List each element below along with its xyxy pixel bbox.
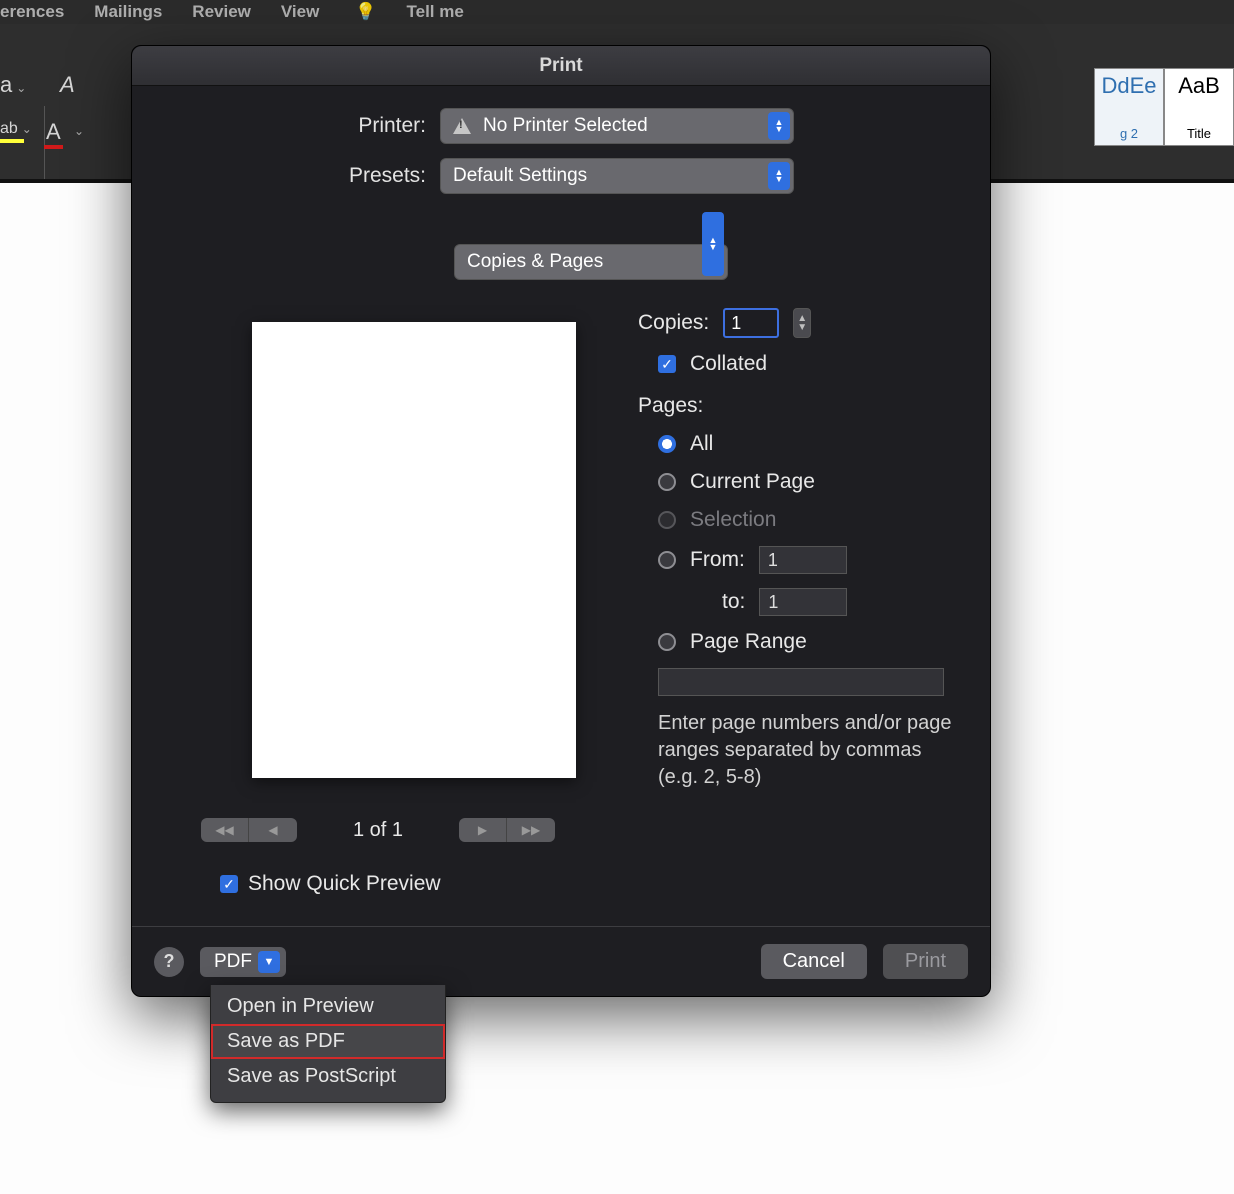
warning-icon xyxy=(453,118,471,134)
pages-to-input[interactable] xyxy=(759,588,847,616)
print-preview-page xyxy=(252,322,576,778)
chevron-down-icon: ▼ xyxy=(797,323,807,332)
pages-range-label: Page Range xyxy=(690,630,807,654)
style-label: Title xyxy=(1165,126,1233,141)
updown-icon: ▲▼ xyxy=(768,112,790,140)
pager-back-group: ◀◀ ◀ xyxy=(201,818,297,842)
last-page-button[interactable]: ▶▶ xyxy=(507,818,555,842)
print-dialog: Print Printer: No Printer Selected ▲▼ Pr… xyxy=(131,45,991,997)
style-sample: AaB xyxy=(1165,73,1233,99)
lightbulb-icon: 💡 xyxy=(355,2,376,22)
chevron-down-icon: ⌄ xyxy=(16,81,26,95)
show-quick-preview-checkbox[interactable]: ✓ xyxy=(220,875,238,893)
pages-from-input[interactable] xyxy=(759,546,847,574)
printer-value: No Printer Selected xyxy=(483,115,648,137)
font-size-button[interactable]: a⌄ xyxy=(0,72,26,98)
collated-checkbox[interactable]: ✓ xyxy=(658,355,676,373)
pages-current-radio[interactable] xyxy=(658,473,676,491)
section-value: Copies & Pages xyxy=(467,251,603,273)
chevron-down-icon: ⌄ xyxy=(22,122,32,136)
pages-selection-label: Selection xyxy=(690,508,776,532)
pdf-menu-save-as-postscript[interactable]: Save as PostScript xyxy=(211,1059,445,1094)
help-button[interactable]: ? xyxy=(154,947,184,977)
pages-all-label: All xyxy=(690,432,713,456)
chevron-down-icon: ▼ xyxy=(258,951,280,973)
pdf-label: PDF xyxy=(214,951,252,973)
dialog-title: Print xyxy=(132,46,990,86)
pdf-menu-open-in-preview[interactable]: Open in Preview xyxy=(211,989,445,1024)
pages-selection-radio xyxy=(658,511,676,529)
presets-select[interactable]: Default Settings ▲▼ xyxy=(440,158,794,194)
menu-item[interactable]: Mailings xyxy=(94,2,162,22)
presets-value: Default Settings xyxy=(453,165,587,187)
pages-from-radio[interactable] xyxy=(658,551,676,569)
style-heading2[interactable]: DdEe g 2 xyxy=(1094,68,1164,146)
app-menu-bar: erences Mailings Review View 💡 Tell me xyxy=(0,0,1234,24)
styles-gallery[interactable]: DdEe g 2 AaB Title xyxy=(1094,68,1234,148)
updown-icon: ▲▼ xyxy=(768,162,790,190)
pdf-menu-save-as-pdf[interactable]: Save as PDF xyxy=(211,1024,445,1059)
next-page-button[interactable]: ▶ xyxy=(459,818,507,842)
style-label: g 2 xyxy=(1095,126,1163,141)
pages-range-hint: Enter page numbers and/or page ranges se… xyxy=(658,710,958,791)
style-sample: DdEe xyxy=(1095,73,1163,99)
clear-formatting-button[interactable]: A xyxy=(60,72,75,98)
updown-icon: ▲▼ xyxy=(702,212,724,276)
show-quick-preview-label: Show Quick Preview xyxy=(248,872,441,896)
pages-range-input[interactable] xyxy=(658,668,944,696)
section-select[interactable]: Copies & Pages ▲▼ xyxy=(158,208,728,280)
prev-page-button[interactable]: ◀ xyxy=(249,818,297,842)
pages-label: Pages: xyxy=(638,394,703,418)
pager-fwd-group: ▶ ▶▶ xyxy=(459,818,555,842)
cancel-button[interactable]: Cancel xyxy=(761,944,867,979)
pdf-dropdown-menu: Open in Preview Save as PDF Save as Post… xyxy=(210,985,446,1103)
menu-item[interactable]: erences xyxy=(0,2,64,22)
first-page-button[interactable]: ◀◀ xyxy=(201,818,249,842)
pages-all-radio[interactable] xyxy=(658,435,676,453)
menu-item[interactable]: Tell me xyxy=(407,2,464,22)
pages-to-label: to: xyxy=(722,590,745,614)
copies-input[interactable] xyxy=(723,308,779,338)
menu-item[interactable]: Review xyxy=(192,2,251,22)
font-color-button[interactable]: A xyxy=(44,119,63,149)
pager-text: 1 of 1 xyxy=(353,819,403,842)
pages-from-label: From: xyxy=(690,548,745,572)
copies-stepper[interactable]: ▲▼ xyxy=(793,308,811,338)
pages-current-label: Current Page xyxy=(690,470,815,494)
print-button[interactable]: Print xyxy=(883,944,968,979)
pdf-dropdown-button[interactable]: PDF ▼ xyxy=(200,947,286,977)
printer-select[interactable]: No Printer Selected ▲▼ xyxy=(440,108,794,144)
copies-label: Copies: xyxy=(638,311,709,335)
menu-item[interactable]: View xyxy=(281,2,319,22)
collated-label: Collated xyxy=(690,352,767,376)
highlight-color-button[interactable]: ab⌄ xyxy=(0,119,24,143)
chevron-down-icon: ⌄ xyxy=(74,124,84,138)
printer-label: Printer: xyxy=(158,114,440,138)
style-title[interactable]: AaB Title xyxy=(1164,68,1234,146)
pages-range-radio[interactable] xyxy=(658,633,676,651)
presets-label: Presets: xyxy=(158,164,440,188)
